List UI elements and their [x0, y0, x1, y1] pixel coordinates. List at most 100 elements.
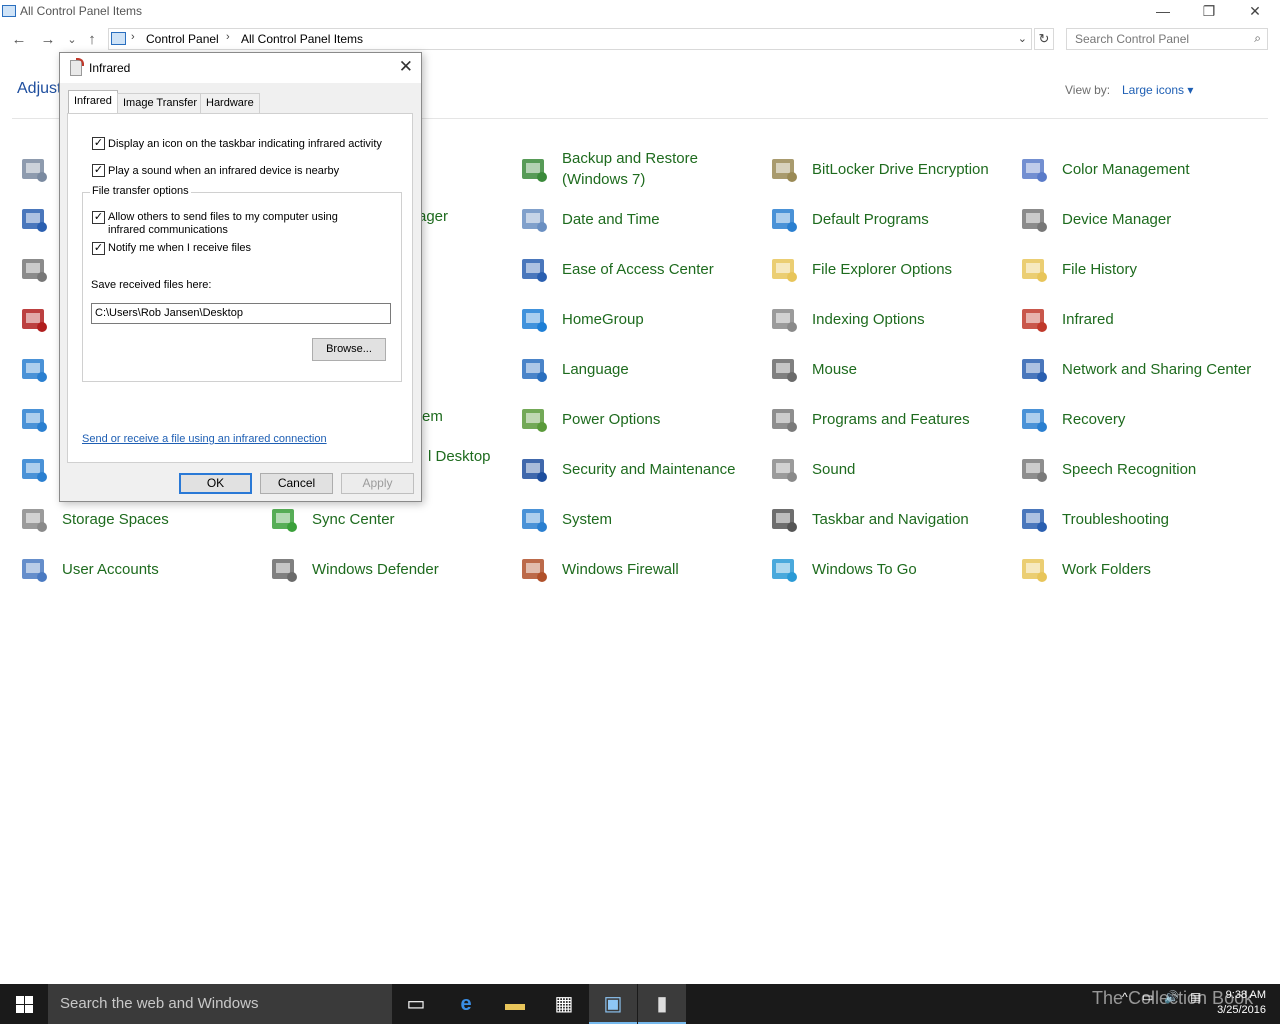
clock-date: 3/25/2016	[1217, 1004, 1266, 1016]
edge-icon[interactable]: e	[442, 984, 490, 1024]
checkbox-taskbar-icon[interactable]: ✓	[92, 137, 105, 150]
item-label[interactable]: ager	[418, 208, 448, 225]
control-panel-item[interactable]: File Explorer Options	[768, 247, 1013, 291]
credential-manager-icon	[18, 253, 50, 290]
task-view-icon[interactable]: ▭	[392, 984, 440, 1024]
control-panel-item[interactable]: Infrared	[1018, 297, 1263, 341]
control-panel-item[interactable]: Network and Sharing Center	[1018, 347, 1263, 391]
infrared-taskbar-icon[interactable]: ▮	[638, 984, 686, 1024]
sync-icon	[268, 503, 300, 535]
control-panel-item[interactable]: User Accounts	[18, 547, 263, 591]
network-tray-icon[interactable]: ▭	[1142, 990, 1153, 1004]
breadcrumb-separator[interactable]: ›	[226, 31, 230, 43]
control-panel-item[interactable]: Indexing Options	[768, 297, 1013, 341]
store-icon[interactable]: ▦	[540, 984, 588, 1024]
action-center-icon[interactable]: ▤	[1190, 990, 1201, 1004]
control-panel-item[interactable]: Sound	[768, 447, 1013, 491]
clock[interactable]: 9:38 AM 3/25/2016	[1214, 988, 1266, 1018]
address-dropdown-icon[interactable]: ⌄	[1018, 32, 1027, 45]
show-hidden-icons-icon[interactable]: ^	[1122, 990, 1128, 1004]
control-panel-item[interactable]: Device Manager	[1018, 197, 1263, 241]
control-panel-item[interactable]: Power Options	[518, 397, 763, 441]
control-panel-item[interactable]: Language	[518, 347, 763, 391]
item-label: Color Management	[1062, 160, 1190, 178]
item-label: Device Manager	[1062, 210, 1172, 228]
checkbox-play-sound[interactable]: ✓	[92, 164, 105, 177]
checkbox-notify[interactable]: ✓	[92, 242, 105, 255]
item-label: Windows Firewall	[562, 560, 679, 578]
refresh-button[interactable]: ↻	[1034, 28, 1054, 50]
ok-button[interactable]: OK	[179, 473, 252, 494]
item-label[interactable]: l Desktop	[428, 448, 491, 465]
tab-infrared[interactable]: Infrared	[68, 90, 118, 114]
save-path-field[interactable]: C:\Users\Rob Jansen\Desktop	[91, 303, 391, 324]
control-panel-item[interactable]: Color Management	[1018, 147, 1263, 191]
recent-locations-button[interactable]: ⌄	[62, 30, 82, 50]
control-panel-item[interactable]: Backup and Restore (Windows 7)	[518, 147, 763, 191]
control-panel-item[interactable]: Troubleshooting	[1018, 497, 1263, 541]
item-label: File History	[1062, 260, 1138, 278]
window-title: All Control Panel Items	[20, 4, 143, 18]
control-panel-item[interactable]: Taskbar and Navigation	[768, 497, 1013, 541]
breadcrumb-separator[interactable]: ›	[131, 31, 135, 43]
search-icon[interactable]: ⌕	[1254, 31, 1261, 46]
control-panel-item[interactable]: Date and Time	[518, 197, 763, 241]
address-bar[interactable]: › Control Panel › All Control Panel Item…	[108, 28, 1032, 50]
control-panel-item[interactable]: Mouse	[768, 347, 1013, 391]
flash-player-icon	[18, 303, 50, 340]
breadcrumb-control-panel[interactable]: Control Panel	[146, 32, 219, 46]
flag-icon	[518, 453, 550, 485]
control-panel-item[interactable]: Speech Recognition	[1018, 447, 1263, 491]
breadcrumb-all-items[interactable]: All Control Panel Items	[241, 32, 363, 46]
language-icon	[518, 353, 550, 385]
defender-icon	[268, 553, 300, 585]
control-panel-item[interactable]: File History	[1018, 247, 1263, 291]
control-panel-item[interactable]: System	[518, 497, 763, 541]
back-button[interactable]: ←	[9, 30, 29, 50]
calendar-icon	[518, 203, 550, 235]
taskbar-search-input[interactable]: Search the web and Windows	[48, 984, 392, 1024]
cancel-button[interactable]: Cancel	[260, 473, 333, 494]
search-input[interactable]: Search Control Panel ⌕	[1066, 28, 1268, 50]
control-panel-item[interactable]: Windows Defender	[268, 547, 513, 591]
control-panel-item[interactable]: HomeGroup	[518, 297, 763, 341]
up-button[interactable]: ↑	[82, 30, 102, 50]
file-explorer-icon[interactable]: ▬	[491, 984, 539, 1024]
autoplay-icon	[18, 203, 50, 240]
tab-image-transfer[interactable]: Image Transfer	[117, 93, 203, 113]
checkbox-allow-others[interactable]: ✓	[92, 211, 105, 224]
start-button[interactable]	[0, 984, 48, 1024]
control-panel-item[interactable]: Storage Spaces	[18, 497, 263, 541]
view-by-dropdown[interactable]: Large icons ▾	[1122, 83, 1193, 97]
item-label: Indexing Options	[812, 310, 925, 328]
forward-button[interactable]: →	[38, 30, 58, 50]
file-history-icon	[1018, 253, 1050, 285]
control-panel-item[interactable]: Work Folders	[1018, 547, 1263, 591]
item-label: Default Programs	[812, 210, 929, 228]
dialog-close-button[interactable]: ✕	[399, 57, 413, 77]
item-label: Mouse	[812, 360, 858, 378]
item-label: Date and Time	[562, 210, 660, 228]
control-panel-item[interactable]: Ease of Access Center	[518, 247, 763, 291]
tab-hardware[interactable]: Hardware	[200, 93, 260, 113]
control-panel-item[interactable]: Default Programs	[768, 197, 1013, 241]
control-panel-item[interactable]: Windows To Go	[768, 547, 1013, 591]
minimize-button[interactable]: —	[1140, 0, 1186, 24]
control-panel-item[interactable]: Recovery	[1018, 397, 1263, 441]
volume-tray-icon[interactable]: 🔊	[1164, 990, 1179, 1004]
item-label[interactable]: em	[422, 408, 443, 425]
taskbar-icon	[768, 503, 800, 535]
item-label: Infrared	[1062, 310, 1114, 328]
control-panel-item[interactable]: Windows Firewall	[518, 547, 763, 591]
control-panel-item[interactable]: Programs and Features	[768, 397, 1013, 441]
restore-button[interactable]: ❐	[1186, 0, 1232, 24]
close-button[interactable]: ✕	[1232, 0, 1278, 24]
control-panel-taskbar-icon[interactable]: ▣	[589, 984, 637, 1024]
backup-icon	[518, 153, 550, 185]
control-panel-item[interactable]: Security and Maintenance	[518, 447, 763, 491]
control-panel-item[interactable]: Sync Center	[268, 497, 513, 541]
control-panel-item[interactable]: BitLocker Drive Encryption	[768, 147, 1013, 191]
item-label: Backup and Restore (Windows 7)	[562, 150, 698, 188]
browse-button[interactable]: Browse...	[312, 338, 386, 361]
send-receive-link[interactable]: Send or receive a file using an infrared…	[82, 433, 327, 445]
